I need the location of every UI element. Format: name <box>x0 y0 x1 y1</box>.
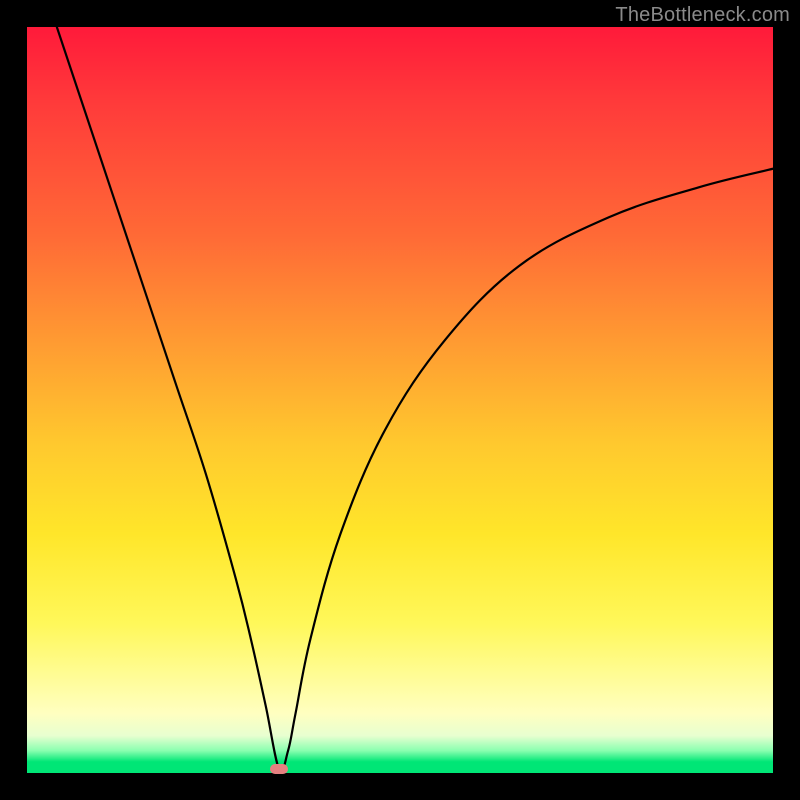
watermark-text: TheBottleneck.com <box>615 4 790 27</box>
plot-area <box>27 27 773 773</box>
optimal-marker <box>270 764 288 774</box>
chart-frame: TheBottleneck.com <box>0 0 800 800</box>
bottleneck-curve <box>27 27 773 773</box>
